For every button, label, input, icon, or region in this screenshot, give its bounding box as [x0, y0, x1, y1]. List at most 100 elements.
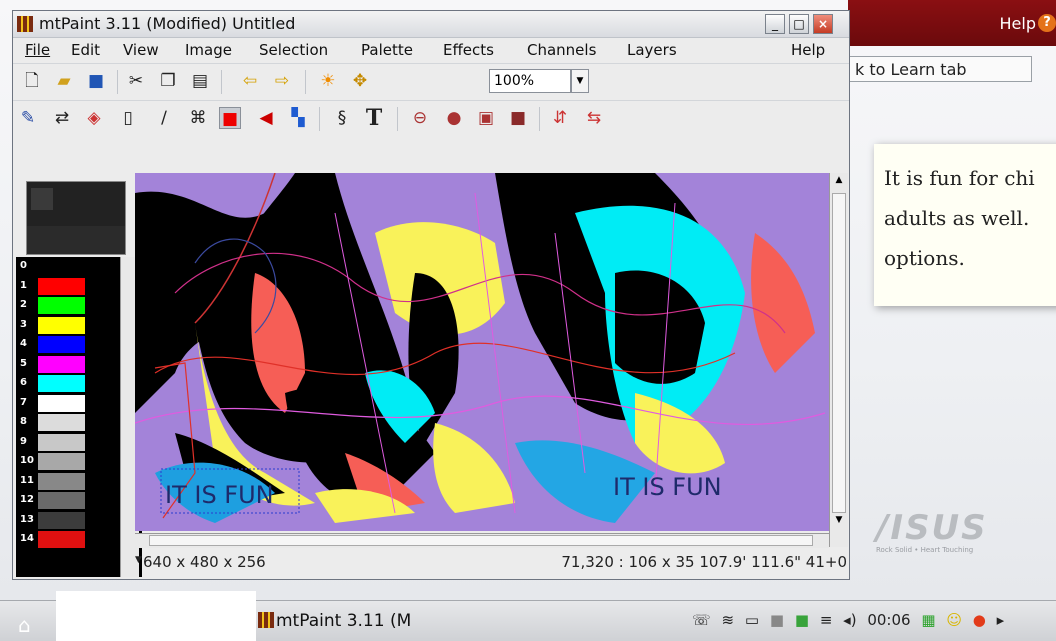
- palette-swatch[interactable]: [38, 297, 85, 314]
- menu-icon[interactable]: ≡: [820, 611, 833, 629]
- clock: 00:06: [867, 611, 911, 629]
- power-icon[interactable]: ●: [973, 611, 986, 629]
- scroll-thumb[interactable]: [149, 535, 813, 546]
- ellipse-filled-icon[interactable]: ●: [443, 107, 465, 129]
- select-rectangle-icon[interactable]: ■: [219, 107, 241, 129]
- redo-icon[interactable]: ⇨: [271, 70, 293, 92]
- menu-palette[interactable]: Palette: [361, 41, 413, 59]
- scroll-thumb[interactable]: [832, 193, 846, 513]
- color-preview[interactable]: [26, 181, 126, 255]
- scroll-down-icon[interactable]: ▼: [832, 515, 846, 529]
- taskbar-item-mtpaint[interactable]: mtPaint 3.11 (M: [258, 611, 411, 631]
- menu-edit[interactable]: Edit: [71, 41, 100, 59]
- zoom-combo-input[interactable]: 100%: [489, 69, 571, 93]
- maximize-button[interactable]: □: [789, 14, 809, 34]
- close-button[interactable]: ×: [813, 14, 833, 34]
- volume-icon[interactable]: ◂): [843, 611, 856, 629]
- transform-color-icon[interactable]: ☀: [317, 70, 339, 92]
- palette-swatch[interactable]: [38, 375, 85, 392]
- palette-index: 9: [20, 435, 27, 447]
- wifi-icon[interactable]: ≋: [722, 611, 735, 629]
- new-icon[interactable]: 🗋: [21, 70, 43, 92]
- palette-swatch[interactable]: [38, 277, 85, 295]
- network-icon[interactable]: ☏: [692, 611, 711, 629]
- chevron-down-icon[interactable]: ▼: [571, 69, 589, 93]
- horizontal-scrollbar[interactable]: [135, 533, 829, 548]
- palette-index: 0: [20, 260, 27, 271]
- palette-swatch[interactable]: [38, 433, 85, 451]
- palette-index: 12: [20, 494, 34, 505]
- keyboard-a-icon[interactable]: ■: [795, 611, 809, 629]
- palette-swatch[interactable]: [38, 336, 85, 353]
- palette-index: 10: [20, 455, 34, 466]
- canvas-text-right: IT IS FUN: [613, 473, 722, 501]
- straight-line-icon[interactable]: ▯: [117, 107, 139, 129]
- menu-layers[interactable]: Layers: [627, 41, 677, 59]
- cut-icon[interactable]: ✂: [125, 70, 147, 92]
- desktop-icon[interactable]: ▦: [921, 611, 935, 629]
- flip-vertical-icon[interactable]: ⇵: [549, 107, 571, 129]
- undo-icon[interactable]: ⇦: [239, 70, 261, 92]
- flip-horizontal-icon[interactable]: ⇆: [583, 107, 605, 129]
- palette-index: 6: [20, 377, 27, 388]
- pan-icon[interactable]: ✥: [349, 70, 371, 92]
- menu-view[interactable]: View: [123, 41, 159, 59]
- menu-channels[interactable]: Channels: [527, 41, 596, 59]
- menu-file[interactable]: File: [25, 41, 50, 59]
- smudge-icon[interactable]: ∕: [153, 107, 175, 129]
- arrow-right-icon[interactable]: ▸: [997, 611, 1005, 629]
- save-icon[interactable]: ■: [85, 70, 107, 92]
- minimize-button[interactable]: _: [765, 14, 785, 34]
- palette-index: 13: [20, 513, 34, 525]
- smiley-icon[interactable]: ☺: [946, 611, 962, 629]
- palette-swatch[interactable]: [38, 453, 85, 470]
- shuffle-icon[interactable]: ⇄: [51, 107, 73, 129]
- help-icon[interactable]: ?: [1038, 14, 1056, 32]
- palette-swatch[interactable]: [38, 355, 85, 373]
- menu-selection[interactable]: Selection: [259, 41, 328, 59]
- title-bar[interactable]: mtPaint 3.11 (Modified) Untitled _ □ ×: [13, 11, 849, 38]
- mtpaint-app-icon: [258, 612, 274, 628]
- taskbar-item-label: mtPaint 3.11 (M: [276, 611, 412, 631]
- menu-image[interactable]: Image: [185, 41, 232, 59]
- rectangle-outline-icon[interactable]: ▣: [475, 107, 497, 129]
- flood-fill-icon[interactable]: ◈: [83, 107, 105, 129]
- palette-swatch[interactable]: [38, 258, 85, 275]
- window-title: mtPaint 3.11 (Modified) Untitled: [39, 14, 296, 33]
- vertical-scrollbar[interactable]: ▲ ▼: [829, 173, 848, 547]
- clone-icon[interactable]: ⌘: [187, 107, 209, 129]
- paint-icon[interactable]: ✎: [17, 107, 39, 129]
- disk-icon[interactable]: ■: [770, 611, 784, 629]
- menu-help[interactable]: Help: [791, 41, 825, 59]
- paste-icon[interactable]: ▤: [189, 70, 211, 92]
- open-icon[interactable]: ▰: [53, 70, 75, 92]
- chevron-down-icon[interactable]: ▼: [135, 555, 142, 565]
- status-bar: ▼ 640 x 480 x 256 71,320 : 106 x 35 107.…: [135, 551, 847, 573]
- scroll-up-icon[interactable]: ▲: [832, 175, 846, 189]
- menu-effects[interactable]: Effects: [443, 41, 494, 59]
- gradient-icon[interactable]: ▚: [287, 107, 309, 129]
- battery-icon[interactable]: ▭: [745, 611, 759, 629]
- palette-swatch[interactable]: [38, 316, 85, 334]
- home-icon[interactable]: ⌂: [18, 613, 44, 637]
- rectangle-filled-icon[interactable]: ■: [507, 107, 529, 129]
- pattern-swatch[interactable]: [27, 226, 125, 254]
- palette-swatch[interactable]: [38, 472, 85, 490]
- ellipse-outline-icon[interactable]: ⊖: [409, 107, 431, 129]
- lasso-icon[interactable]: §: [331, 107, 353, 129]
- palette-swatch[interactable]: [38, 531, 85, 548]
- palette-swatch[interactable]: [38, 492, 85, 509]
- palette-swatch[interactable]: [38, 394, 85, 412]
- toolbar-separator: [319, 107, 320, 131]
- copy-icon[interactable]: ❐: [157, 70, 179, 92]
- palette-swatch[interactable]: [38, 414, 85, 431]
- help-link[interactable]: Help: [1000, 14, 1036, 33]
- palette-index: 8: [20, 416, 27, 427]
- select-polygon-icon[interactable]: ◀: [255, 107, 277, 129]
- drawing-canvas[interactable]: IT IS FUN IT IS FUN: [135, 173, 829, 531]
- foreground-swatch[interactable]: [31, 188, 53, 210]
- palette-swatch[interactable]: [38, 511, 85, 529]
- main-toolbar: 🗋 ▰ ■ ✂ ❐ ▤ ⇦ ⇨ ☀ ✥ 100% ▼: [13, 63, 849, 100]
- back-to-learn-tab-button[interactable]: k to Learn tab: [840, 56, 1032, 82]
- text-icon[interactable]: T: [363, 107, 385, 129]
